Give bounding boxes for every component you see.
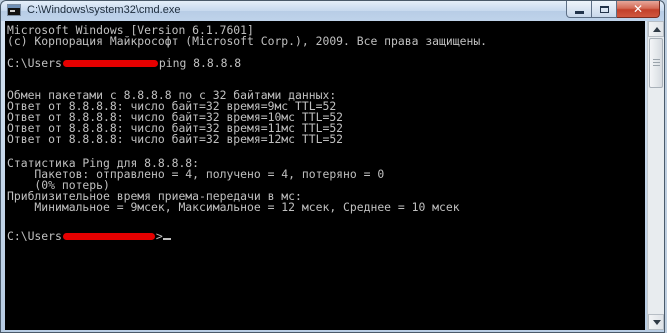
console-line: Ответ от 8.8.8.8: число байт=32 время=12… (7, 132, 344, 146)
maximize-icon (599, 5, 609, 13)
scroll-down-button[interactable] (648, 314, 664, 330)
window-title: C:\Windows\system32\cmd.exe (27, 4, 181, 16)
grip-line (653, 59, 660, 60)
redacted-username (62, 233, 155, 240)
console-line: C:\Users ping 8.8.8.8 (7, 56, 242, 70)
arrow-down-icon (653, 320, 661, 325)
prompt-path: C:\Users (7, 229, 62, 243)
scroll-thumb[interactable] (649, 38, 663, 88)
prompt-symbol: > (155, 229, 163, 243)
scroll-up-button[interactable] (648, 21, 664, 37)
grip-line (653, 62, 660, 63)
arrow-up-icon (653, 27, 661, 32)
vertical-scrollbar[interactable] (647, 21, 664, 330)
cmd-icon[interactable] (7, 4, 21, 16)
prompt-path: C:\Users (7, 56, 62, 70)
minimize-button[interactable] (566, 1, 592, 18)
close-button[interactable]: ✕ (617, 1, 660, 18)
minimize-icon (574, 10, 584, 14)
console-line: (c) Корпорация Майкрософт (Microsoft Cor… (7, 34, 488, 48)
console-line: C:\Users > (7, 229, 171, 243)
command-text: ping 8.8.8.8 (158, 56, 242, 70)
console-line: Минимальное = 9мсек, Максимальное = 12 м… (7, 200, 460, 214)
console-output[interactable]: Microsoft Windows [Version 6.1.7601] (c)… (5, 21, 645, 330)
redacted-username (62, 60, 158, 67)
cmd-window: C:\Windows\system32\cmd.exe ✕ Microsoft … (0, 0, 665, 333)
maximize-button[interactable] (592, 1, 617, 18)
grip-line (653, 65, 660, 66)
title-bar[interactable]: C:\Windows\system32\cmd.exe ✕ (1, 1, 664, 21)
text-cursor (162, 238, 171, 240)
window-controls: ✕ (566, 1, 660, 19)
